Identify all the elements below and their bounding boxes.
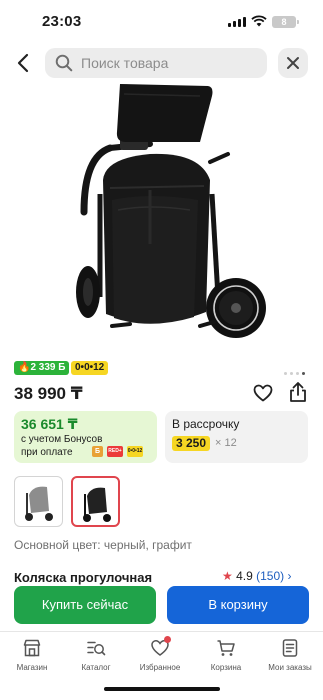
close-icon (287, 57, 299, 69)
search-input[interactable] (81, 53, 261, 73)
status-time: 23:03 (42, 13, 82, 30)
cart-icon (217, 640, 235, 656)
orders-icon (282, 639, 298, 657)
red-plus-chip: RED+ (107, 446, 123, 457)
nav-item-cart[interactable]: Корзина (196, 638, 256, 672)
main-color-label: Основной цвет: черный, графит (14, 538, 192, 552)
heart-icon (253, 384, 273, 402)
nav-item-orders[interactable]: Мои заказы (260, 638, 320, 672)
nav-item-store[interactable]: Магазин (2, 638, 62, 672)
nav-label: Мои заказы (268, 663, 312, 672)
pager-dot (296, 372, 299, 375)
pager-dot-active (302, 372, 305, 375)
star-icon: ★ (222, 569, 233, 583)
chevron-right-icon: › (287, 569, 292, 583)
buy-now-button[interactable]: Купить сейчас (14, 586, 156, 624)
bonus-badge: 🔥2 339 Б (14, 361, 70, 375)
bonus-chip: Б (92, 446, 103, 457)
pager-dot (290, 372, 293, 375)
bonus-price-card[interactable]: 36 651 ₸ с учетом Бонусов при оплате Б R… (14, 411, 157, 463)
color-variant-black[interactable] (71, 476, 120, 527)
notification-dot (164, 636, 171, 643)
nav-label: Корзина (210, 663, 242, 672)
payment-note: при оплате (21, 447, 73, 458)
nav-label: Избранное (139, 663, 181, 672)
close-button[interactable] (278, 48, 308, 78)
installment-card[interactable]: В рассрочку 3 250 × 12 (165, 411, 308, 463)
search-icon (55, 54, 73, 72)
color-variant-grey[interactable] (14, 476, 63, 527)
nav-label: Магазин (16, 663, 48, 672)
installment-title: В рассрочку (172, 417, 240, 431)
favorite-button[interactable] (253, 384, 273, 407)
chevron-left-icon (17, 53, 29, 73)
gallery-pager (281, 362, 305, 375)
wifi-icon (251, 14, 267, 27)
status-bar: 23:03 8 (0, 0, 323, 40)
search-bar[interactable] (45, 48, 267, 78)
cellular-signal-icon (228, 17, 246, 27)
nav-item-catalog[interactable]: Каталог (66, 638, 126, 672)
bonus-note: с учетом Бонусов (21, 434, 103, 445)
pager-dot (284, 372, 287, 375)
review-count: (150) (256, 569, 285, 583)
store-icon (23, 639, 41, 657)
installment-multiplier: × 12 (215, 437, 237, 449)
catalog-search-icon (87, 641, 106, 656)
product-rating[interactable]: ★ 4.9 (150) › (222, 569, 292, 583)
installment-chip: 0•0•12 (127, 446, 143, 457)
share-icon (290, 382, 306, 402)
rating-value: 4.9 (236, 569, 253, 583)
installment-badge: 0•0•12 (71, 361, 109, 375)
back-button[interactable] (11, 50, 37, 76)
battery-icon: 8 (272, 16, 299, 28)
product-price: 38 990 ₸ (14, 384, 83, 403)
bonus-price: 36 651 ₸ (21, 416, 78, 432)
nav-item-favorites[interactable]: Избранное (130, 636, 190, 672)
nav-label: Каталог (81, 663, 111, 672)
add-to-cart-button[interactable]: В корзину (167, 586, 309, 624)
installment-amount: 3 250 (172, 436, 211, 451)
share-button[interactable] (288, 381, 308, 408)
product-image[interactable] (0, 82, 323, 352)
home-indicator (104, 687, 220, 691)
product-name: Коляска прогулочная (14, 570, 153, 585)
